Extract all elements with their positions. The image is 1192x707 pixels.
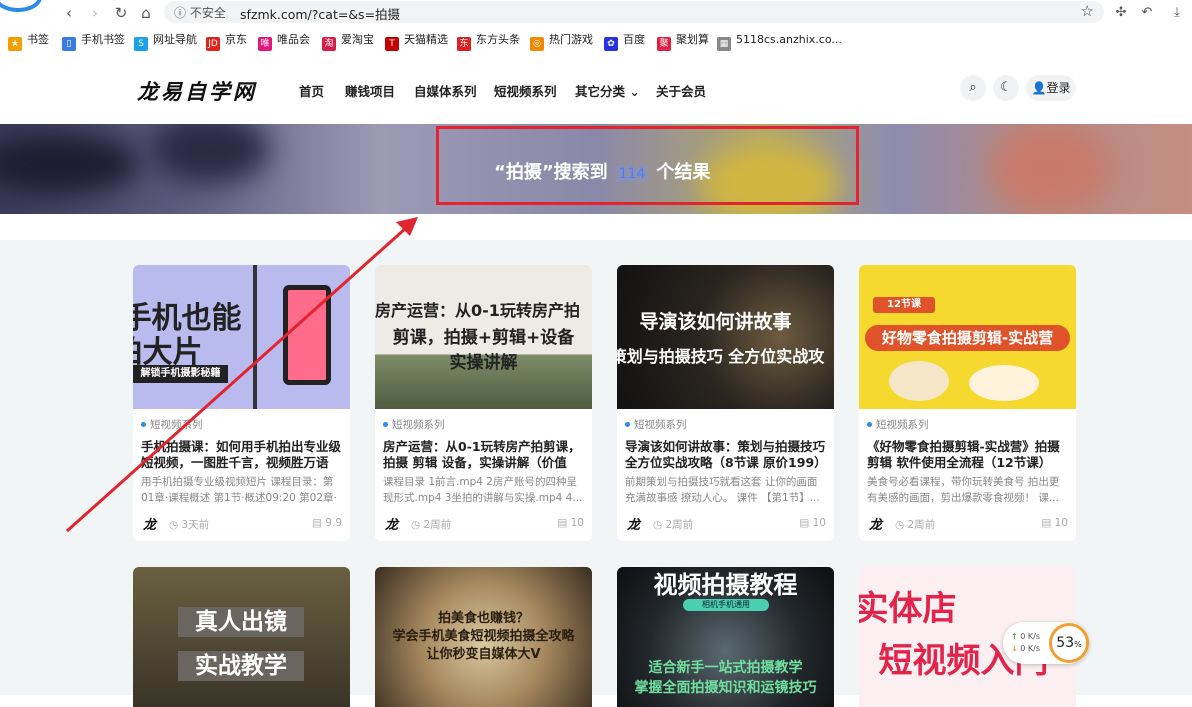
annotation-arrow bbox=[66, 217, 418, 533]
download-speed: 0 K/s bbox=[1020, 644, 1040, 653]
speed-readout: ↑ 0 K/s ↓ 0 K/s bbox=[1011, 632, 1040, 653]
arrow-line bbox=[66, 226, 407, 533]
usage-percent: 53 bbox=[1056, 635, 1075, 651]
usage-unit: % bbox=[1074, 640, 1082, 649]
memory-usage-gauge: 53% bbox=[1049, 623, 1089, 663]
upload-speed: 0 K/s bbox=[1020, 632, 1040, 641]
network-speed-widget[interactable]: ↑ 0 K/s ↓ 0 K/s 53% bbox=[1003, 622, 1089, 664]
